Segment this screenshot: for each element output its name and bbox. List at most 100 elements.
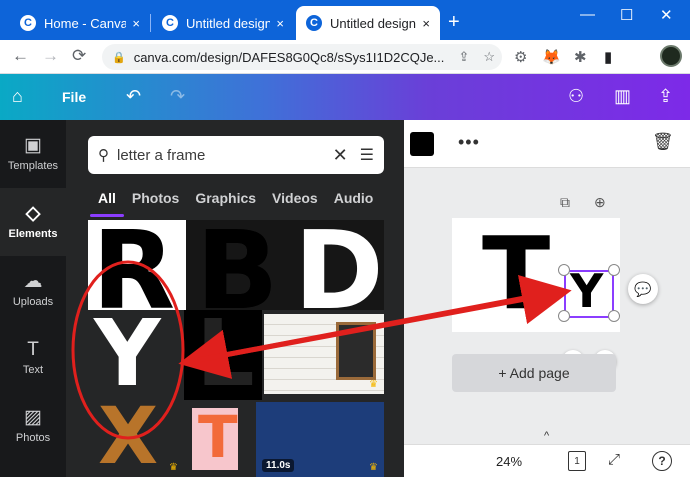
lock-icon: 🔒	[112, 51, 126, 64]
new-tab-button[interactable]: +	[448, 12, 460, 32]
result-tile-letter-d[interactable]: D	[286, 220, 384, 310]
filter-sliders-icon[interactable]: ☰	[360, 145, 374, 165]
browser-tab-home[interactable]: C Home - Canva ×	[10, 6, 150, 40]
export-upload-icon[interactable]: ⇪	[658, 86, 673, 107]
photos-icon: ▨	[24, 407, 42, 428]
resize-handle-bottom-left[interactable]	[558, 310, 570, 322]
side-panel-icon[interactable]: ▮	[604, 48, 612, 66]
design-page[interactable]: T Y	[452, 218, 620, 332]
result-tile-letter-r[interactable]: R	[88, 220, 186, 310]
elements-panel: ⚲ letter a frame ✕ ☰ All Photos Graphics…	[66, 120, 404, 477]
result-tile-wood-frame[interactable]: ♛	[264, 314, 384, 394]
result-tile-letter-l[interactable]: L	[184, 310, 262, 400]
elements-search-bar[interactable]: ⚲ letter a frame ✕ ☰	[88, 136, 384, 174]
canva-favicon-icon: C	[162, 15, 178, 31]
browser-tab-title: Untitled design - ...	[330, 15, 416, 31]
back-icon[interactable]: ←	[12, 46, 29, 66]
resize-handle-top-left[interactable]	[558, 264, 570, 276]
canvas-letter-y[interactable]: Y	[570, 268, 603, 314]
active-tab-indicator	[90, 214, 124, 217]
result-tile-letter-x[interactable]: X ♛	[88, 402, 184, 477]
tab-audio[interactable]: Audio	[334, 190, 374, 206]
home-icon[interactable]: ⌂	[12, 86, 23, 107]
rail-item-label: Photos	[15, 432, 51, 444]
more-options-icon[interactable]: •••	[458, 132, 480, 153]
canva-header: ⌂ File ↶ ↷ ⚇ ▥ ⇪	[0, 74, 690, 120]
close-tab-icon[interactable]: ×	[132, 16, 140, 31]
add-comment-button[interactable]: 💬	[628, 274, 658, 304]
rail-item-uploads[interactable]: ☁ Uploads	[0, 256, 66, 324]
color-swatch[interactable]	[410, 132, 434, 156]
rail-item-label: Uploads	[12, 296, 54, 308]
help-button[interactable]: ?	[652, 451, 672, 471]
browser-tab-untitled-2[interactable]: C Untitled design - ... ×	[296, 6, 440, 40]
clear-search-icon[interactable]: ✕	[333, 145, 348, 166]
premium-crown-icon: ♛	[369, 462, 378, 473]
browser-tab-title: Home - Canva	[44, 15, 127, 31]
elements-results-grid: R B D Y L ♛ X ♛ T 11.0s ♛	[88, 220, 384, 477]
rail-item-photos[interactable]: ▨ Photos	[0, 392, 66, 460]
add-page-button[interactable]: + Add page	[452, 354, 616, 392]
tab-graphics[interactable]: Graphics	[195, 190, 256, 206]
tab-videos[interactable]: Videos	[272, 190, 318, 206]
share-page-icon[interactable]: ⇪	[458, 49, 469, 65]
window-close-icon[interactable]: ✕	[660, 6, 673, 24]
file-menu-button[interactable]: File	[62, 89, 86, 105]
resize-handle-top-right[interactable]	[608, 264, 620, 276]
fullscreen-icon[interactable]: ⤢	[608, 451, 620, 468]
search-input[interactable]: letter a frame	[117, 147, 333, 164]
bookmark-star-icon[interactable]: ☆	[483, 49, 495, 65]
rail-item-elements[interactable]: ◇ Elements	[0, 188, 66, 256]
editor-area: ••• 🗑 ⧉ ⊕ T Y ↻ ✥ 💬 + Add page ^ 24% 1 ⤢…	[404, 120, 690, 477]
canva-favicon-icon: C	[306, 15, 322, 31]
metamask-fox-icon[interactable]: 🦊	[542, 48, 561, 66]
tab-all[interactable]: All	[98, 190, 116, 206]
letter-r-graphic: R	[92, 220, 176, 310]
browser-tab-strip: C Home - Canva × C Untitled design - ...…	[0, 0, 690, 40]
trash-icon[interactable]: 🗑	[652, 132, 674, 152]
address-bar[interactable]: 🔒 canva.com/design/DAFES8G0Qc8/sSys1I1D2…	[102, 44, 502, 70]
extension-icon[interactable]: ⚙	[514, 48, 527, 66]
maximize-icon[interactable]: ☐	[620, 6, 633, 24]
redo-icon[interactable]: ↷	[170, 86, 185, 107]
resize-handle-bottom-right[interactable]	[608, 310, 620, 322]
url-text[interactable]: canva.com/design/DAFES8G0Qc8/sSys1I1D2CQ…	[134, 50, 452, 65]
reload-icon[interactable]: ⟳	[72, 46, 86, 66]
tab-photos[interactable]: Photos	[132, 190, 179, 206]
panel-tabs: All Photos Graphics Videos Audio	[98, 190, 373, 206]
canvas-letter-t[interactable]: T	[482, 224, 550, 324]
result-tile-video[interactable]: 11.0s ♛	[256, 402, 384, 477]
left-rail: ▣ Templates ◇ Elements ☁ Uploads T Text …	[0, 120, 66, 477]
show-pages-caret-icon[interactable]: ^	[544, 430, 549, 442]
forward-icon[interactable]: →	[42, 46, 59, 66]
close-tab-icon[interactable]: ×	[422, 16, 430, 31]
tab-separator	[150, 14, 151, 32]
page-count-button[interactable]: 1	[568, 451, 586, 471]
rail-item-templates[interactable]: ▣ Templates	[0, 120, 66, 188]
add-page-icon[interactable]: ⊕	[594, 194, 606, 211]
duplicate-page-icon[interactable]: ⧉	[560, 194, 570, 211]
undo-icon[interactable]: ↶	[126, 86, 141, 107]
templates-icon: ▣	[24, 135, 42, 156]
result-tile-letter-y[interactable]: Y	[88, 310, 184, 400]
zoom-level[interactable]: 24%	[496, 454, 522, 469]
puzzle-icon[interactable]: ✱	[574, 48, 587, 66]
editor-footer: 24% 1 ⤢ ?	[404, 444, 690, 477]
share-people-icon[interactable]: ⚇	[568, 86, 584, 107]
letter-y-graphic: Y	[94, 310, 161, 400]
rail-item-label: Text	[22, 364, 44, 376]
editor-toolbar: ••• 🗑	[404, 120, 690, 168]
browser-tab-untitled-1[interactable]: C Untitled design - ... ×	[152, 6, 294, 40]
browser-tab-title: Untitled design - ...	[186, 15, 271, 31]
close-tab-icon[interactable]: ×	[276, 16, 284, 31]
minimize-icon[interactable]: —	[580, 6, 595, 23]
video-duration-badge: 11.0s	[262, 459, 295, 472]
letter-t-graphic: T	[198, 403, 238, 471]
profile-avatar[interactable]	[660, 45, 682, 67]
insights-chart-icon[interactable]: ▥	[614, 86, 631, 107]
elements-icon: ◇	[25, 203, 41, 224]
result-tile-letter-b[interactable]: B	[186, 220, 286, 310]
browser-toolbar: ← → ⟳ 🔒 canva.com/design/DAFES8G0Qc8/sSy…	[0, 40, 690, 74]
result-tile-letter-t[interactable]: T	[188, 402, 248, 477]
rail-item-text[interactable]: T Text	[0, 324, 66, 392]
